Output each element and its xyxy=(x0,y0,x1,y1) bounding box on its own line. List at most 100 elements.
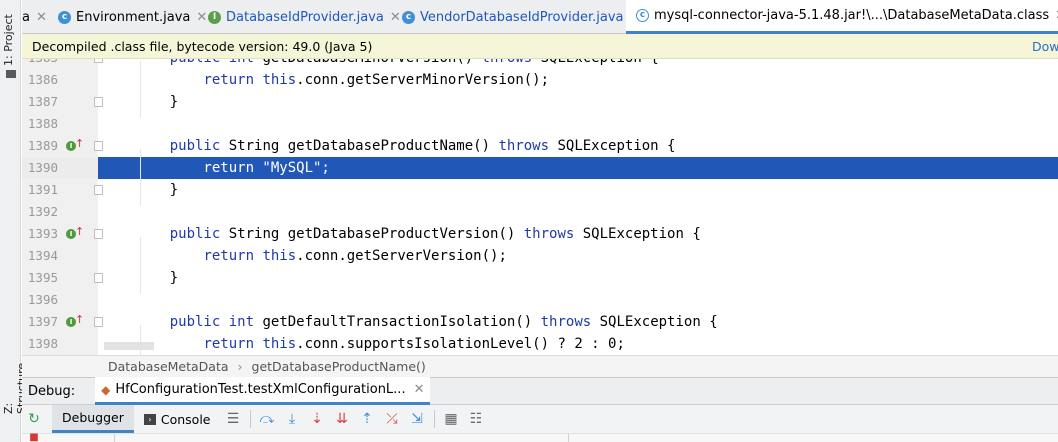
gutter[interactable]: 1397 I ↑ xyxy=(22,311,98,333)
close-icon[interactable]: ✕ xyxy=(414,382,425,397)
tab-console[interactable]: › Console xyxy=(134,405,221,433)
close-icon[interactable]: ✕ xyxy=(196,10,207,25)
gutter[interactable]: 1391 xyxy=(22,179,98,201)
code-line[interactable]: 1394 return this.conn.getServerVersion()… xyxy=(22,245,1058,267)
code-text: } xyxy=(136,182,179,198)
panel-divider xyxy=(114,434,115,442)
indent-guide xyxy=(140,325,141,355)
code-line[interactable]: 1390 return "MySQL"; xyxy=(22,157,1058,179)
rerun-icon[interactable]: ↻ xyxy=(25,410,43,428)
code-area[interactable]: return this.conn.supportsIsolationLevel(… xyxy=(98,333,1058,355)
force-step-into-icon[interactable]: ⇊ xyxy=(331,408,353,430)
code-line[interactable]: 1388 xyxy=(22,113,1058,135)
code-editor[interactable]: 1385 public int getDatabaseMinorVersion(… xyxy=(22,59,1058,355)
code-area[interactable]: public int getDefaultTransactionIsolatio… xyxy=(98,311,1058,333)
close-icon[interactable]: ✕ xyxy=(390,10,401,25)
code-text: public int getDefaultTransactionIsolatio… xyxy=(169,314,718,330)
code-text: public String getDatabaseProductVersion(… xyxy=(169,226,701,242)
debug-toolbar: Debugger › Console ☰ ⤼ ⤓ ⇣ ⇊ ⇡ ⤰ ⇲ ▦ ☷ xyxy=(22,405,1058,433)
code-area[interactable]: } xyxy=(98,267,1058,289)
code-line[interactable]: 1395 } xyxy=(22,267,1058,289)
debug-session-label: HfConfigurationTest.testXmlConfiguration… xyxy=(115,382,406,397)
gutter[interactable]: 1395 xyxy=(22,267,98,289)
gutter[interactable]: 1386 xyxy=(22,69,98,91)
gutter[interactable]: 1390 xyxy=(22,157,98,179)
code-area[interactable]: return "MySQL"; xyxy=(98,157,1058,179)
tab-database-metadata-class[interactable]: c mysql-connector-java-5.1.48.jar!\...\D… xyxy=(626,0,1058,34)
gutter[interactable]: 1388 xyxy=(22,113,98,135)
gutter[interactable]: 1385 xyxy=(22,59,98,69)
gutter[interactable]: 1394 xyxy=(22,245,98,267)
debug-session-tab[interactable]: ◆ HfConfigurationTest.testXmlConfigurati… xyxy=(95,377,431,405)
gutter[interactable]: 1389 I ↑ xyxy=(22,135,98,157)
implements-method-icon[interactable]: I ↑ xyxy=(66,138,84,152)
line-number: 1391 xyxy=(27,182,58,197)
code-line[interactable]: 1391 } xyxy=(22,179,1058,201)
gutter[interactable]: 1387 xyxy=(22,91,98,113)
code-line[interactable]: 1389 I ↑ public String getDatabaseProductN… xyxy=(22,135,1058,157)
horizontal-scrollbar[interactable] xyxy=(104,342,154,350)
class-icon: c xyxy=(58,10,71,24)
code-area[interactable]: public int getDatabaseMinorVersion() thr… xyxy=(98,59,1058,69)
code-area[interactable]: } xyxy=(98,179,1058,201)
trace-current-stream-icon[interactable]: ☷ xyxy=(465,408,487,430)
code-line[interactable]: 1392 xyxy=(22,201,1058,223)
code-area[interactable] xyxy=(98,289,1058,311)
download-sources-link[interactable]: Download Sources xyxy=(1032,39,1058,54)
line-number: 1397 xyxy=(27,314,58,329)
code-line[interactable]: 1387 } xyxy=(22,91,1058,113)
chevron-right-icon: › xyxy=(237,359,243,374)
step-into-icon[interactable]: ⇣ xyxy=(306,408,328,430)
breadcrumb-class[interactable]: DatabaseMetaData xyxy=(108,359,229,374)
banner-message: Decompiled .class file, bytecode version… xyxy=(32,38,373,54)
menu-icon[interactable]: ☰ xyxy=(222,408,244,430)
tab-partial[interactable]: a ✕ xyxy=(22,0,60,34)
folder-icon xyxy=(6,70,16,78)
code-line[interactable]: 1397 I ↑ public int getDefaultTransactionI… xyxy=(22,311,1058,333)
tab-label: DatabaseIdProvider.java xyxy=(226,9,384,25)
tab-debugger[interactable]: Debugger xyxy=(52,405,134,433)
indent-guide xyxy=(140,237,141,293)
code-area[interactable]: } xyxy=(98,91,1058,113)
code-area[interactable]: return this.conn.getServerVersion(); xyxy=(98,245,1058,267)
tab-label: Environment.java xyxy=(76,9,191,25)
code-line[interactable]: 1393 I ↑ public String getDatabaseProductV… xyxy=(22,223,1058,245)
code-area[interactable]: public String getDatabaseProductName() t… xyxy=(98,135,1058,157)
implements-method-icon[interactable]: I ↑ xyxy=(66,314,84,328)
code-text: } xyxy=(136,94,179,110)
line-number: 1390 xyxy=(27,160,58,175)
code-line[interactable]: 1398 return this.conn.supportsIsolationL… xyxy=(22,333,1058,355)
line-number: 1389 xyxy=(27,138,58,153)
code-area[interactable] xyxy=(98,113,1058,135)
line-number: 1385 xyxy=(22,59,58,69)
code-line[interactable]: 1385 public int getDatabaseMinorVersion(… xyxy=(22,59,1058,69)
code-area[interactable]: return this.conn.getServerMinorVersion()… xyxy=(98,69,1058,91)
step-over-icon[interactable]: ⤓ xyxy=(281,408,303,430)
implements-method-icon[interactable]: I ↑ xyxy=(66,226,84,240)
breadcrumb-method[interactable]: getDatabaseProductName() xyxy=(252,359,426,374)
breadcrumb: DatabaseMetaData › getDatabaseProductNam… xyxy=(22,355,1058,377)
close-icon[interactable]: ✕ xyxy=(36,10,47,25)
code-area[interactable]: public String getDatabaseProductVersion(… xyxy=(98,223,1058,245)
step-out-icon[interactable]: ⇡ xyxy=(356,408,378,430)
gutter[interactable]: 1393 I ↑ xyxy=(22,223,98,245)
gutter[interactable]: 1398 xyxy=(22,333,98,355)
gutter[interactable]: 1392 xyxy=(22,201,98,223)
tab-environment[interactable]: c Environment.java ✕ xyxy=(58,0,207,34)
editor-tab-bar: a ✕ c Environment.java ✕ I DatabaseIdPro… xyxy=(22,0,1058,34)
debug-panel-header: Debug: ◆ HfConfigurationTest.testXmlConf… xyxy=(22,377,1058,405)
stop-icon[interactable]: ■ xyxy=(25,433,43,442)
code-line[interactable]: 1386 return this.conn.getServerMinorVers… xyxy=(22,69,1058,91)
tab-vendor-database-id-provider[interactable]: c VendorDatabaseIdProvider.java ✕ xyxy=(402,0,640,34)
toolbar-divider xyxy=(249,410,251,428)
drop-frame-icon[interactable]: ⤰ xyxy=(381,408,403,430)
evaluate-expression-icon[interactable]: ▦ xyxy=(440,408,462,430)
run-to-cursor-icon[interactable]: ⇲ xyxy=(406,408,428,430)
show-execution-point-icon[interactable]: ⤼ xyxy=(256,408,278,430)
line-number: 1396 xyxy=(27,292,58,307)
gutter[interactable]: 1396 xyxy=(22,289,98,311)
code-line[interactable]: 1396 xyxy=(22,289,1058,311)
code-area[interactable] xyxy=(98,201,1058,223)
project-tool-tab[interactable]: 1: Project xyxy=(2,8,15,66)
tab-database-id-provider[interactable]: I DatabaseIdProvider.java ✕ xyxy=(208,0,401,34)
